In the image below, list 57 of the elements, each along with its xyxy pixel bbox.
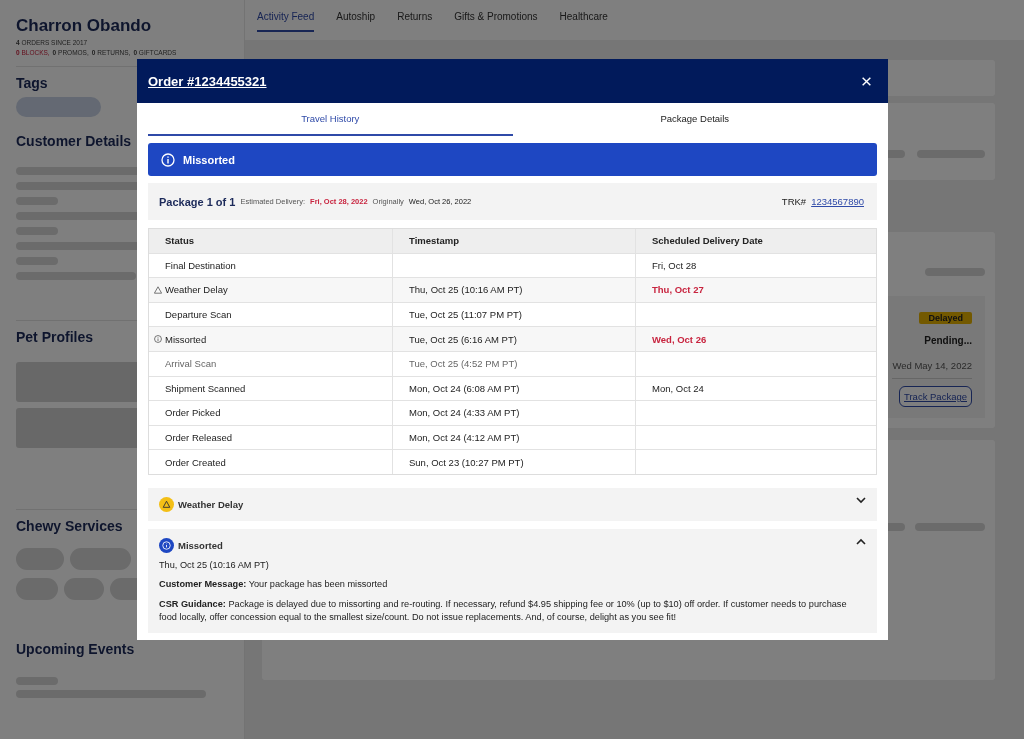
warning-icon (154, 286, 162, 295)
table-cell: Mon, Oct 24 (6:08 AM PT) (409, 382, 520, 394)
nav-tab[interactable]: Gifts & Promotions (454, 0, 538, 32)
column-header: Scheduled Delivery Date (652, 235, 763, 247)
alert-message: Customer Message: Your package has been missorted (159, 578, 389, 592)
table-cell: Tue, Oct 25 (6:16 AM PT) (409, 333, 517, 345)
info-icon (154, 335, 162, 344)
table-cell: Departure Scan (165, 309, 232, 321)
customer-name: Charron Obando (16, 16, 153, 36)
chevron-up-icon[interactable] (856, 537, 866, 545)
section-title: Customer Details (16, 133, 132, 149)
shipment-status: Pending... (924, 335, 972, 346)
section-title: Pet Profiles (16, 329, 94, 345)
table-cell: Missorted (165, 333, 207, 345)
nav-tab[interactable]: Activity Feed (257, 0, 315, 32)
table-cell: Order Picked (165, 407, 221, 419)
banner-text: Missorted (183, 153, 235, 166)
tracking-link[interactable]: 1234567890 (811, 196, 864, 207)
track-package-button[interactable]: Track Package (899, 386, 972, 407)
shipment-date: Wed May 14, 2022 (892, 360, 972, 379)
package-label: Package 1 of 1 (159, 195, 236, 208)
table-cell: Arrival Scan (165, 358, 217, 370)
table-cell: Thu, Oct 27 (652, 284, 704, 296)
table-cell: Mon, Oct 24 (4:33 AM PT) (409, 407, 520, 419)
table-cell: Thu, Oct 25 (10:16 AM PT) (409, 284, 523, 296)
nav-tab[interactable]: Autoship (336, 0, 376, 32)
column-header: Status (165, 235, 195, 247)
close-button[interactable] (861, 75, 872, 87)
table-cell: Final Destination (165, 259, 236, 271)
table-cell: Tue, Oct 25 (4:52 PM PT) (409, 358, 518, 370)
status-badge: Delayed (919, 312, 972, 324)
info-icon (159, 537, 174, 553)
alert-title: Weather Delay (178, 498, 244, 510)
alert-title: Missorted (178, 539, 223, 551)
column-header: Timestamp (409, 235, 459, 247)
table-cell: Wed, Oct 26 (652, 333, 707, 345)
table-cell: Sun, Oct 23 (10:27 PM PT) (409, 456, 524, 468)
alert-message: CSR Guidance: Package is delayed due to missorting and re-routing. If necessary, refund $4.95 shipping fee or 10% (up to $10) off order. If customer needs to purchase food locally, offer concession equal to the smallest size/count. Do not issue replacements. And, of course, delight as you see fit! (159, 597, 848, 624)
tracking-label: TRK# (781, 196, 807, 207)
nav-tab[interactable]: Returns (397, 0, 433, 32)
table-cell: Shipment Scanned (165, 382, 246, 394)
table-cell: Mon, Oct 24 (4:12 AM PT) (409, 432, 520, 444)
dialog-title: Order #1234455321 (148, 73, 267, 89)
section-title: Chewy Services (16, 518, 123, 534)
chevron-down-icon[interactable] (856, 496, 866, 504)
section-title: Upcoming Events (16, 641, 135, 657)
table-cell: Tue, Oct 25 (11:07 PM PT) (409, 309, 522, 321)
table-cell: Weather Delay (165, 284, 228, 296)
alert-time: Thu, Oct 25 (10:16 AM PT) (159, 558, 270, 572)
nav-tab[interactable]: Healthcare (559, 0, 608, 32)
section-title: Tags (16, 75, 48, 91)
table-cell: Order Created (165, 456, 226, 468)
warning-icon (159, 496, 174, 512)
info-icon (161, 152, 175, 167)
table-cell: Fri, Oct 28 (652, 259, 697, 271)
table-cell: Mon, Oct 24 (652, 382, 704, 394)
table-cell: Order Released (165, 432, 233, 444)
